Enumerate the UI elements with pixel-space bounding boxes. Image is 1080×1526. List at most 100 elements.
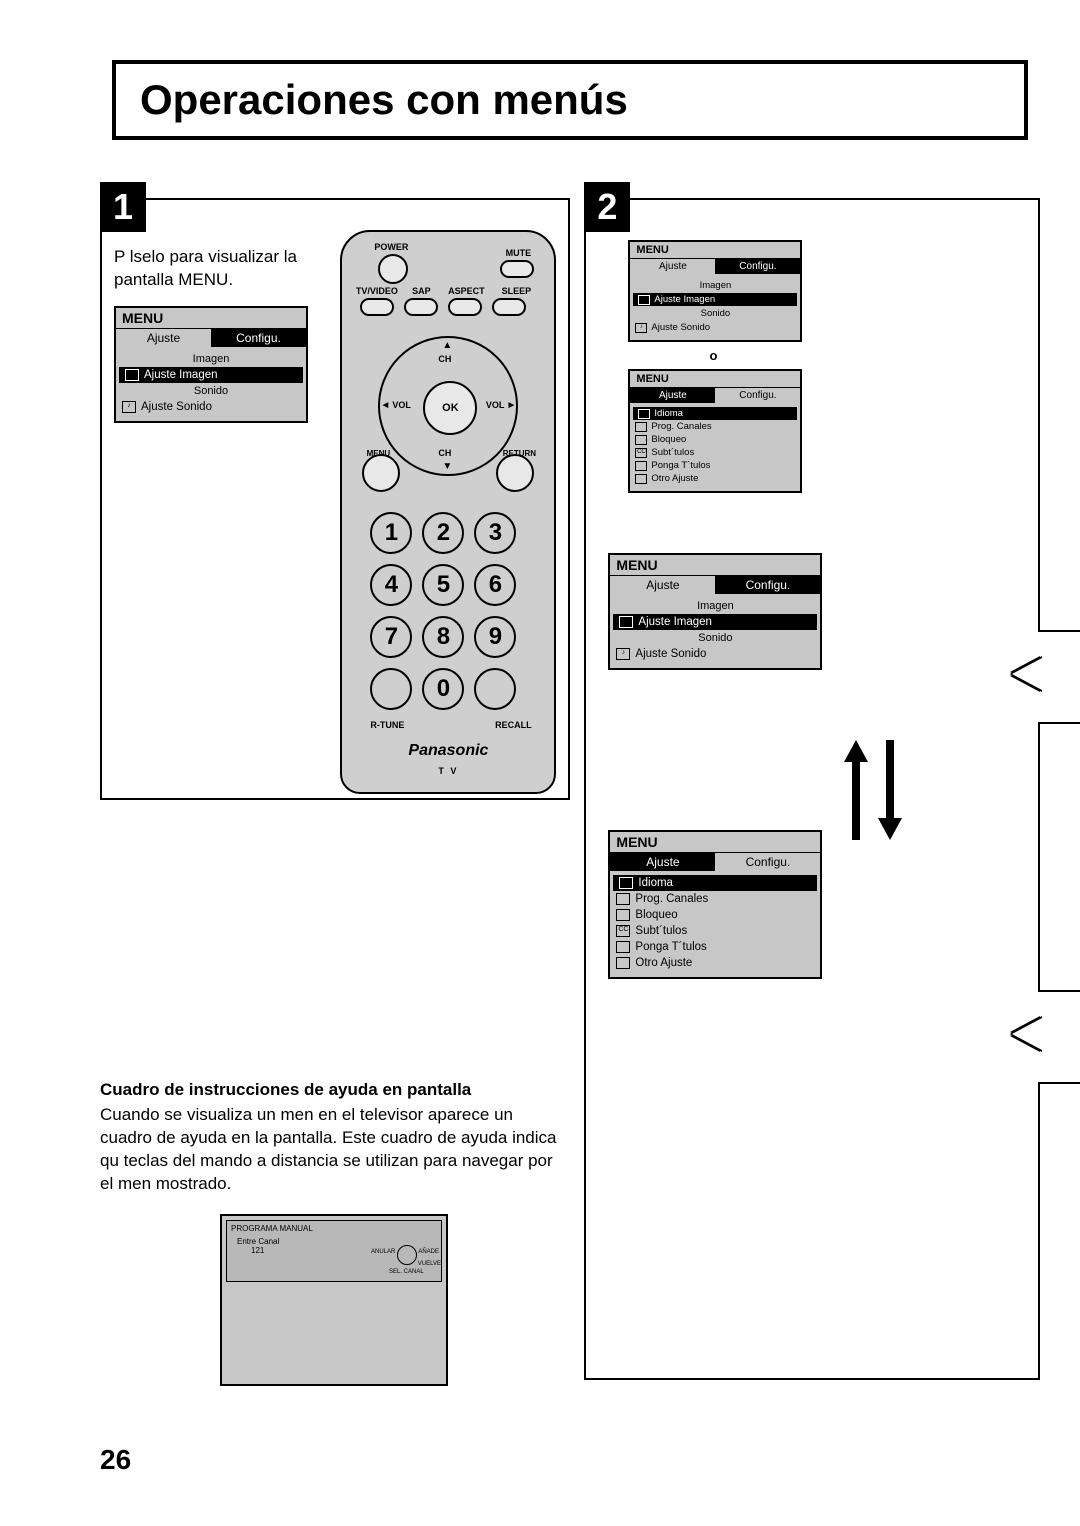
tv-icon	[635, 422, 647, 432]
side-frame-upper	[1038, 630, 1080, 724]
menu-header: MENU	[610, 832, 820, 853]
step-1-text: P lselo para visualizar la pantalla MENU…	[114, 246, 314, 292]
tvvideo-label: TV/VIDEO	[354, 286, 399, 296]
arrow-down-icon	[880, 740, 900, 840]
menu-section-imagen: Imagen	[610, 598, 820, 614]
menu-header: MENU	[630, 371, 800, 388]
lock-icon	[616, 909, 630, 921]
sleep-button[interactable]	[492, 298, 526, 316]
menu-row-otro-ajuste[interactable]: Otro Ajuste	[610, 955, 820, 971]
num-8[interactable]: 8	[422, 616, 464, 658]
numpad: 1 2 3 4 5 6 7 8 9 0	[370, 512, 516, 710]
vol-left-label: VOL	[392, 400, 411, 410]
menu-row-subtitulos[interactable]: CCSubt´tulos	[610, 923, 820, 939]
menu-header: MENU	[610, 555, 820, 576]
num-9[interactable]: 9	[474, 616, 516, 658]
tab-ajuste[interactable]: Ajuste	[116, 329, 211, 347]
tvvideo-button[interactable]	[360, 298, 394, 316]
menu-configu-small: MENU Ajuste Configu. Idioma Prog. Canale…	[628, 369, 802, 493]
menu-row-ponga-titulos[interactable]: Ponga T´tulos	[630, 459, 800, 472]
tab-ajuste[interactable]: Ajuste	[630, 259, 715, 274]
menu-ajuste-large: MENU Ajuste Configu. Imagen Ajuste Image…	[608, 553, 822, 670]
menu-row-prog-canales[interactable]: Prog. Canales	[630, 420, 800, 433]
picture-icon	[638, 295, 650, 305]
num-2[interactable]: 2	[422, 512, 464, 554]
ok-button[interactable]: OK	[423, 381, 477, 435]
help-tv-screen: PROGRAMA MANUAL Entre Canal 121 ANULAR A…	[220, 1214, 448, 1386]
menu-button[interactable]	[362, 454, 400, 492]
ch-down-label: CH	[438, 448, 451, 458]
help-sel: SEL. CANAL	[389, 1269, 424, 1275]
menu-row-idioma[interactable]: Idioma	[633, 407, 797, 420]
tab-ajuste[interactable]: Ajuste	[610, 853, 715, 871]
menu-row-subtitulos[interactable]: CCSubt´tulos	[630, 446, 800, 459]
num-blank-left[interactable]	[370, 668, 412, 710]
menu-row-ajuste-imagen[interactable]: Ajuste Imagen	[119, 367, 303, 383]
num-4[interactable]: 4	[370, 564, 412, 606]
menu-ajuste-step1: MENU Ajuste Configu. Imagen Ajuste Image…	[114, 306, 308, 423]
return-button[interactable]	[496, 454, 534, 492]
menu-row-prog-canales[interactable]: Prog. Canales	[610, 891, 820, 907]
power-button[interactable]	[378, 254, 408, 284]
num-6[interactable]: 6	[474, 564, 516, 606]
tab-configu[interactable]: Configu.	[715, 853, 820, 871]
menu-row-ajuste-imagen[interactable]: Ajuste Imagen	[613, 614, 817, 630]
menu-section-sonido: Sonido	[630, 306, 800, 321]
aspect-label: ASPECT	[444, 286, 488, 296]
menu-ajuste-small: MENU Ajuste Configu. Imagen Ajuste Image…	[628, 240, 802, 342]
sound-icon: ♪	[635, 323, 647, 333]
menu-row-ajuste-sonido[interactable]: ♪ Ajuste Sonido	[116, 399, 306, 415]
page-number: 26	[100, 1444, 131, 1476]
wrench-icon	[616, 957, 630, 969]
help-dpad-icon	[397, 1245, 417, 1265]
num-blank-right[interactable]	[474, 668, 516, 710]
navigation-arrows	[846, 740, 900, 840]
num-1[interactable]: 1	[370, 512, 412, 554]
help-heading: Cuadro de instrucciones de ayuda en pant…	[100, 1080, 560, 1100]
num-7[interactable]: 7	[370, 616, 412, 658]
brand-label: Panasonic	[342, 742, 554, 760]
remote-control: POWER MUTE TV/VIDEO SAP ASPECT SLEEP OK	[340, 230, 556, 794]
menu-row-bloqueo[interactable]: Bloqueo	[630, 433, 800, 446]
page-title-box: Operaciones con menús	[112, 60, 1028, 140]
menu-row-ajuste-sonido[interactable]: ♪Ajuste Sonido	[630, 321, 800, 334]
side-arrow-upper	[1012, 658, 1042, 690]
num-3[interactable]: 3	[474, 512, 516, 554]
menu-configu-large: MENU Ajuste Configu. Idioma Prog. Canale…	[608, 830, 822, 979]
tab-configu[interactable]: Configu.	[211, 329, 306, 347]
menu-row-ponga-titulos[interactable]: Ponga T´tulos	[610, 939, 820, 955]
globe-icon	[638, 409, 650, 419]
label-icon	[635, 461, 647, 471]
menu-section-sonido: Sonido	[116, 383, 306, 399]
sound-icon: ♪	[122, 401, 136, 413]
tab-configu[interactable]: Configu.	[715, 576, 820, 594]
wrench-icon	[635, 474, 647, 484]
num-5[interactable]: 5	[422, 564, 464, 606]
picture-icon	[125, 369, 139, 381]
picture-icon	[619, 616, 633, 628]
tab-ajuste[interactable]: Ajuste	[630, 388, 715, 403]
menu-row-bloqueo[interactable]: Bloqueo	[610, 907, 820, 923]
menu-row-ajuste-imagen[interactable]: Ajuste Imagen	[633, 293, 797, 306]
arrow-up-icon	[846, 740, 866, 840]
page-title: Operaciones con menús	[140, 76, 1000, 124]
menu-row-idioma[interactable]: Idioma	[613, 875, 817, 891]
menu-label: MENU	[360, 449, 396, 458]
tab-ajuste[interactable]: Ajuste	[610, 576, 715, 594]
menu-row-ajuste-sonido[interactable]: ♪Ajuste Sonido	[610, 646, 820, 662]
help-vuelve: VUELVE	[418, 1261, 441, 1267]
menu-row-otro-ajuste[interactable]: Otro Ajuste	[630, 472, 800, 485]
dpad: OK CH ▲ CH ▼ VOL ◄ VOL ► MENU RETURN	[368, 326, 528, 486]
sap-button[interactable]	[404, 298, 438, 316]
num-0[interactable]: 0	[422, 668, 464, 710]
aspect-button[interactable]	[448, 298, 482, 316]
arrow-down-icon: ▼	[442, 461, 452, 472]
sleep-label: SLEEP	[496, 286, 536, 296]
tab-configu[interactable]: Configu.	[715, 259, 800, 274]
label-icon	[616, 941, 630, 953]
lock-icon	[635, 435, 647, 445]
sap-label: SAP	[406, 286, 436, 296]
mute-button[interactable]	[500, 260, 534, 278]
tab-configu[interactable]: Configu.	[715, 388, 800, 403]
return-label: RETURN	[498, 449, 540, 458]
